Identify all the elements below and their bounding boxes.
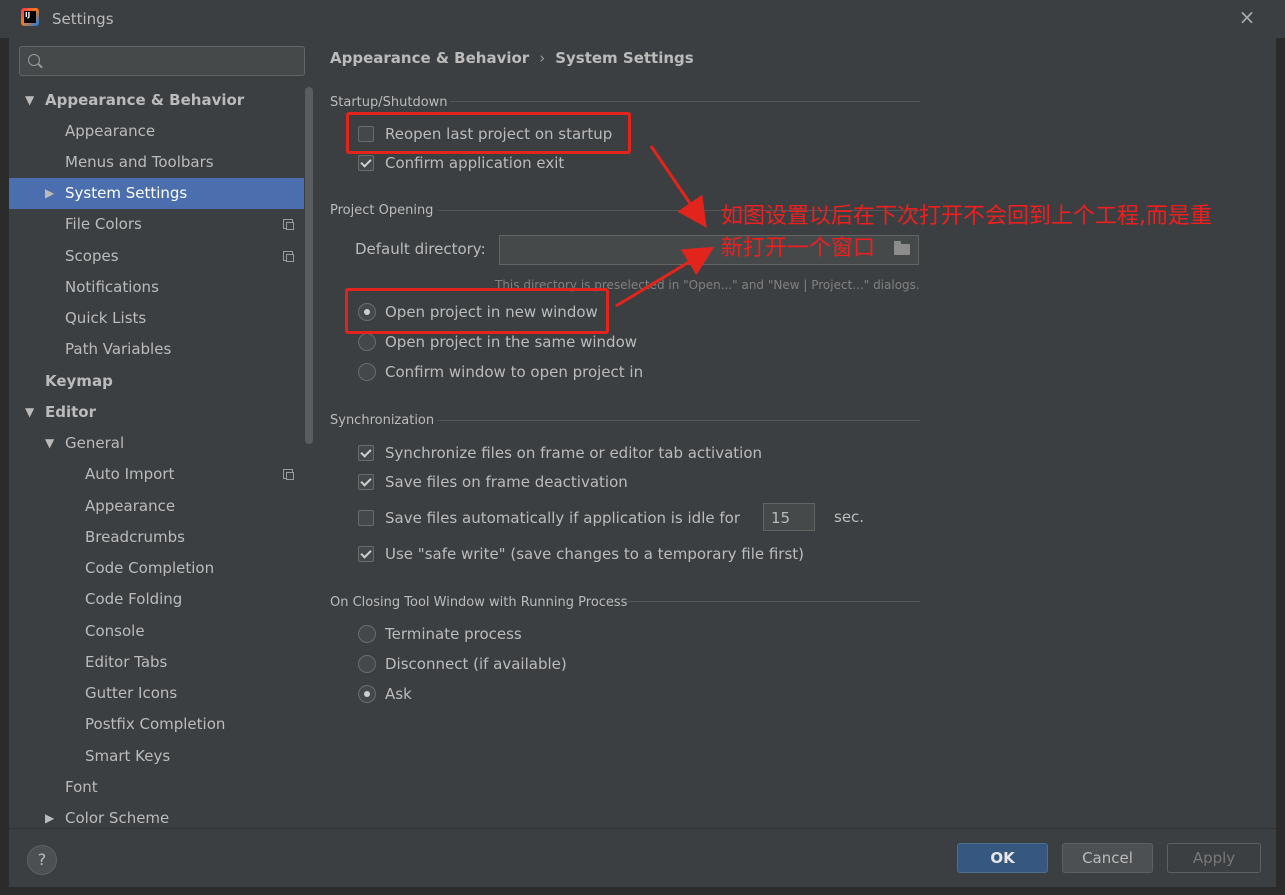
annotation-arrow-2 bbox=[615, 246, 715, 308]
apply-button[interactable]: Apply bbox=[1167, 843, 1261, 873]
help-button[interactable]: ? bbox=[27, 845, 57, 875]
ok-button[interactable]: OK bbox=[957, 843, 1048, 873]
annotation-arrow-1 bbox=[649, 145, 707, 228]
ide-bottom-edge bbox=[0, 887, 1285, 895]
settings-window: IJ Settings × ▼ Appearance & Behavior Appe… bbox=[0, 0, 1285, 895]
annotation-text-line1: 如图设置以后在下次打开不会回到上个工程,而是重 bbox=[721, 204, 1212, 229]
annotation-arrows bbox=[615, 145, 715, 308]
annotation-text-line2: 新打开一个窗口 bbox=[721, 236, 876, 261]
cancel-button[interactable]: Cancel bbox=[1062, 843, 1153, 873]
dialog-footer: ? OK Cancel Apply bbox=[9, 828, 1276, 888]
